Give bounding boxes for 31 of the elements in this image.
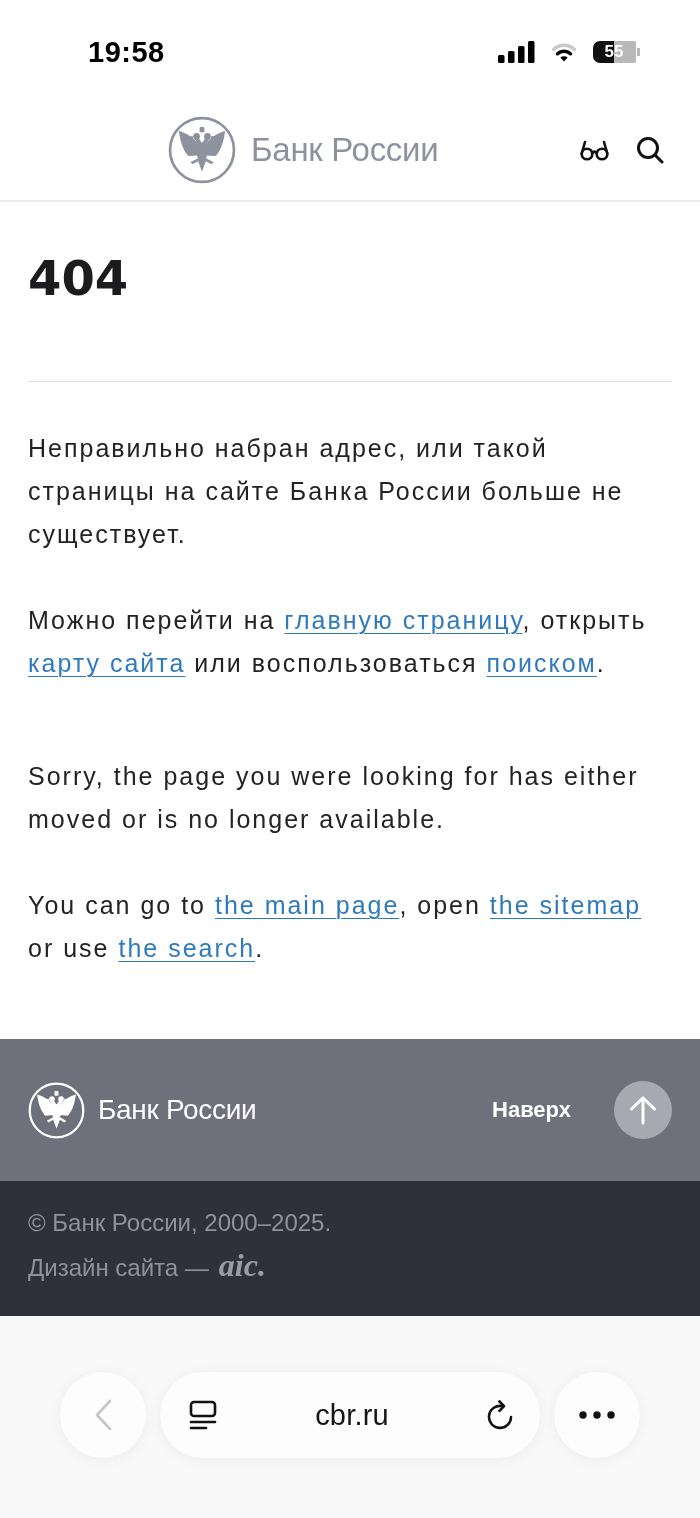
signal-icon <box>498 41 535 63</box>
link[interactable]: the search <box>118 934 256 962</box>
link[interactable]: the main page <box>214 891 400 919</box>
link[interactable]: главную страницу <box>284 606 523 634</box>
link[interactable]: карту сайта <box>28 649 186 677</box>
page-title: 404 <box>28 249 130 308</box>
search-icon[interactable] <box>636 136 664 164</box>
ellipsis-icon <box>579 1411 615 1419</box>
clock-time: 19:58 <box>88 35 165 69</box>
link[interactable]: the sitemap <box>489 891 642 919</box>
reload-icon[interactable] <box>487 1400 515 1430</box>
tabs-icon[interactable] <box>189 1400 217 1430</box>
message-text: Можно перейти на главную страницу, открыть карту сайта или воспользоваться поиском. <box>28 605 648 679</box>
brand-name: Банк России <box>251 131 439 169</box>
studio-link[interactable]: aic. <box>218 1244 266 1286</box>
message-text: Sorry, the page you were looking for has either moved or is no longer available. <box>28 761 640 835</box>
brand-name: Банк России <box>98 1094 257 1126</box>
arrow-up-icon <box>628 1095 658 1125</box>
credit-text: Дизайн сайта — <box>28 1253 209 1283</box>
url-text[interactable]: cbr.ru <box>315 1398 389 1432</box>
link[interactable]: поиском <box>486 649 597 677</box>
message-text: Неправильно набран адрес, или такой страницы на сайте Банка России больше не существует. <box>28 433 625 550</box>
copyright-text: © Банк России, 2000–2025. <box>28 1208 332 1238</box>
wifi-icon <box>551 42 577 62</box>
emblem-logo <box>28 1081 85 1139</box>
back-to-top-link[interactable]: Наверх <box>492 1097 571 1123</box>
emblem-logo <box>168 116 236 184</box>
glasses-icon[interactable] <box>579 139 610 161</box>
battery-level: 55 <box>593 41 640 63</box>
message-text: You can go to the main page, open the sitemap or use the search. <box>28 890 643 964</box>
address-bar[interactable]: cbr.ru <box>160 1372 540 1458</box>
